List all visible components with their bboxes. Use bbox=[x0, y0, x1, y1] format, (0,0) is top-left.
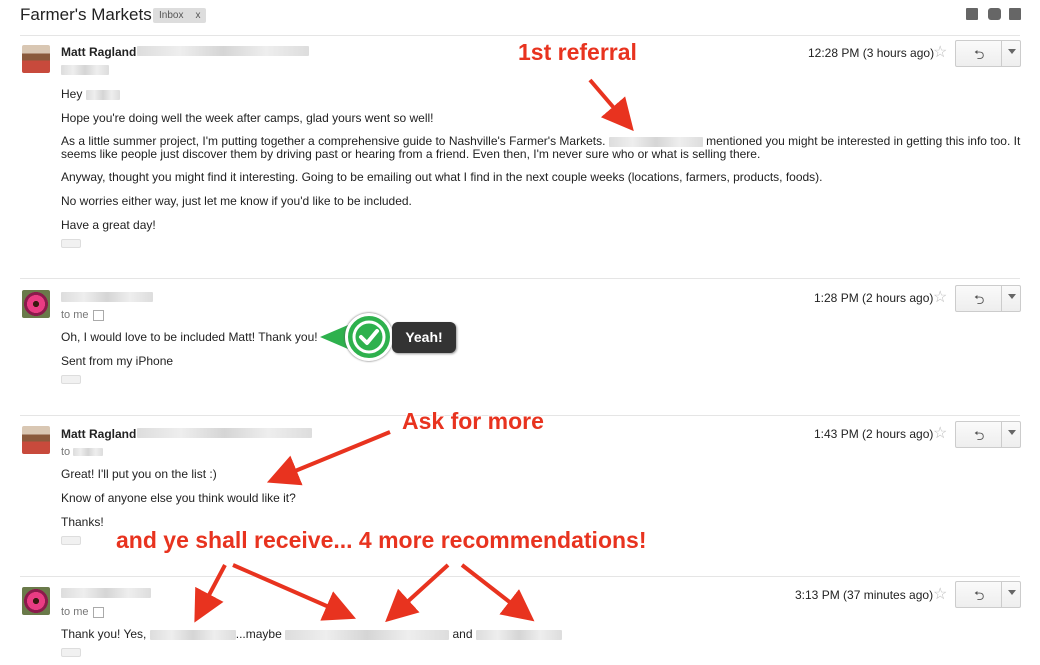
arrow-recommendation-4 bbox=[460, 563, 535, 622]
arrow-recommendation-3 bbox=[385, 563, 450, 623]
arrow-recommendation-2 bbox=[232, 563, 356, 621]
arrow-recommendation-1 bbox=[194, 564, 227, 623]
annotation-arrows bbox=[194, 78, 634, 623]
arrow-first-referral bbox=[588, 78, 634, 132]
arrow-ask-for-more bbox=[266, 430, 391, 486]
